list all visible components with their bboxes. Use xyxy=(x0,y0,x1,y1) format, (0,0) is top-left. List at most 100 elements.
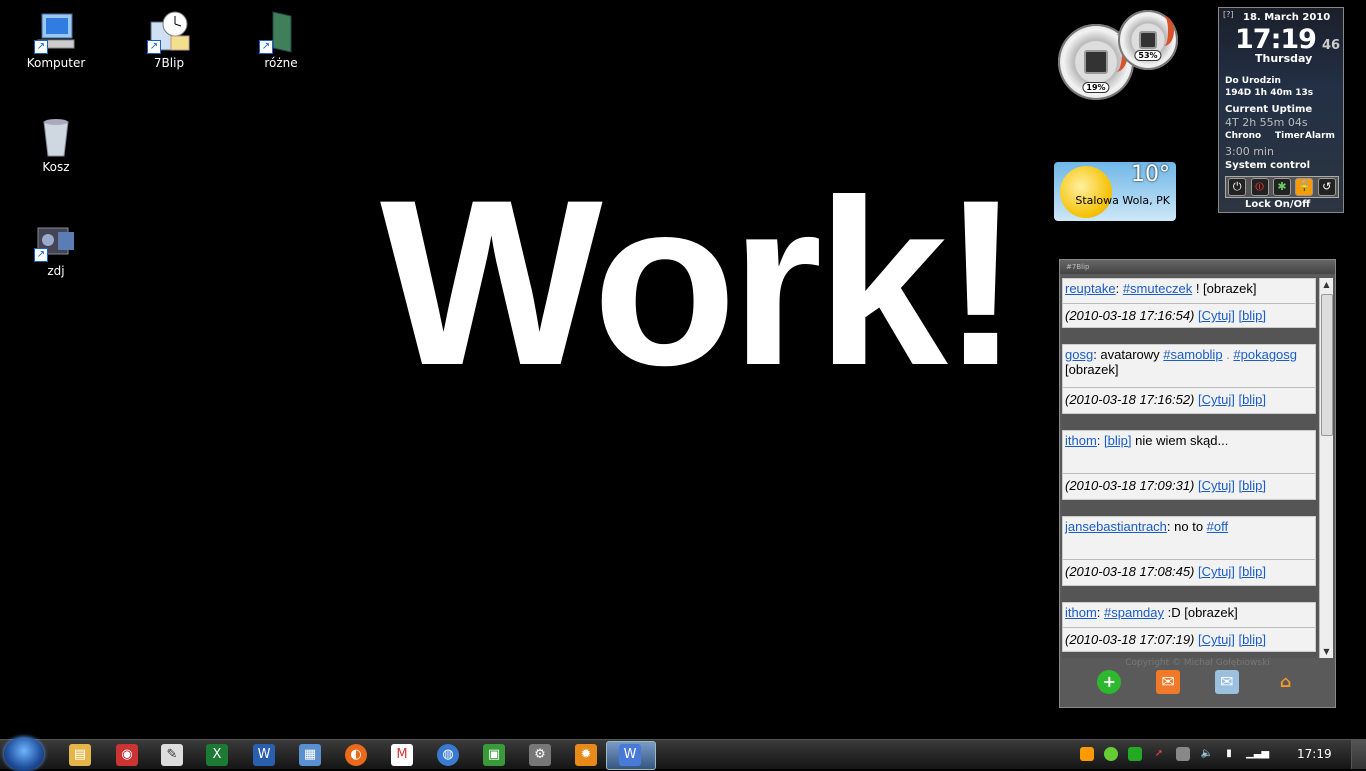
gauge-red-zone xyxy=(1154,16,1174,46)
post-tag-link[interactable]: [blip] xyxy=(1104,433,1131,448)
battery-icon[interactable]: ▮ xyxy=(1222,747,1236,761)
volume-icon[interactable]: 🔈 xyxy=(1200,747,1214,761)
sun-icon xyxy=(1060,166,1112,218)
scroll-up-icon[interactable]: ▲ xyxy=(1320,278,1333,291)
post-user-link[interactable]: ithom xyxy=(1065,605,1097,620)
blip-scrollbar[interactable]: ▲ ▼ xyxy=(1319,278,1333,658)
network-icon[interactable]: ▦ xyxy=(299,744,321,766)
signal-icon[interactable]: ▁▃▅ xyxy=(1246,747,1269,761)
list-item: ithom: #spamday :D [obrazek] (2010-03-18… xyxy=(1062,602,1316,652)
post-text: : avatarowy xyxy=(1093,347,1164,362)
restart-icon[interactable]: ⏼ xyxy=(1250,178,1269,196)
tray-app-icon[interactable] xyxy=(1080,747,1094,761)
clock-shortcut-icon: ↗ xyxy=(147,10,191,54)
clock-time: 17:19 xyxy=(1235,24,1317,55)
tab-timer[interactable]: Timer xyxy=(1275,131,1304,141)
post-separator: . xyxy=(1222,347,1234,362)
post-date: (2010-03-18 17:08:45) xyxy=(1065,564,1195,579)
recycle-bin-icon xyxy=(34,114,78,158)
post-tag-link[interactable]: #pokagosg xyxy=(1233,347,1297,362)
cite-link[interactable]: [Cytuj] xyxy=(1198,392,1235,407)
desktop-icon-label: zdj xyxy=(47,264,65,278)
list-item: gosg: avatarowy #samoblip . #pokagosg [o… xyxy=(1062,344,1316,414)
post-tag-link[interactable]: #samoblip xyxy=(1163,347,1222,362)
post-tag-link[interactable]: #smuteczek xyxy=(1123,281,1192,296)
cite-link[interactable]: [Cytuj] xyxy=(1198,564,1235,579)
lock-icon[interactable]: 🔒 xyxy=(1295,178,1314,196)
settings-icon[interactable]: ⚙ xyxy=(529,744,551,766)
taskbar-active-app[interactable]: W xyxy=(606,741,656,770)
taskbar-clock[interactable]: 17:19 xyxy=(1297,747,1332,761)
desktop-icon-label: 7Blip xyxy=(153,56,185,70)
wallpaper-work-text: Work! xyxy=(380,151,1020,415)
memory-gauge[interactable]: 53% xyxy=(1118,10,1178,70)
logoff-icon[interactable]: ↺ xyxy=(1317,178,1336,196)
excel-icon[interactable]: X xyxy=(206,744,228,766)
cpu-chip-icon xyxy=(1084,50,1108,74)
explorer-icon[interactable]: ▤ xyxy=(69,744,91,766)
gear-icon[interactable]: ✹ xyxy=(575,744,597,766)
message-icon[interactable]: ✉ xyxy=(1214,670,1239,694)
blip-link[interactable]: [blip] xyxy=(1238,632,1265,647)
globe-icon[interactable]: ◍ xyxy=(437,744,459,766)
desktop-icon-recycle-bin[interactable]: Kosz xyxy=(11,114,101,174)
post-user-link[interactable]: jansebastiantrach xyxy=(1065,519,1167,534)
cite-link[interactable]: [Cytuj] xyxy=(1198,308,1235,323)
post-tag-link[interactable]: #off xyxy=(1207,519,1228,534)
tab-chrono[interactable]: Chrono xyxy=(1225,131,1261,141)
list-item: reuptake: #smuteczek ! [obrazek] (2010-0… xyxy=(1062,278,1316,328)
desktop-icon-rozne[interactable]: ↗ różne xyxy=(236,10,326,70)
tray-cursor-icon[interactable]: ➚ xyxy=(1152,747,1166,761)
post-user-link[interactable]: gosg xyxy=(1065,347,1093,362)
desktop-icon-7blip[interactable]: ↗ 7Blip xyxy=(124,10,214,70)
tab-alarm[interactable]: Alarm xyxy=(1305,131,1335,141)
blip-post-list[interactable]: reuptake: #smuteczek ! [obrazek] (2010-0… xyxy=(1062,278,1318,658)
weather-location: Stalowa Wola, PK xyxy=(1075,194,1170,207)
taskbar: ▤ ◉ ✎ X W ▦ ◐ M ◍ ▣ ⚙ ✹ W ➚ 🔈 ▮ ▁▃▅ 17:1… xyxy=(0,737,1366,771)
post-text: ! [obrazek] xyxy=(1192,281,1257,296)
tray-sync-icon[interactable] xyxy=(1128,747,1142,761)
scroll-down-icon[interactable]: ▼ xyxy=(1320,645,1333,658)
start-button[interactable] xyxy=(4,737,44,771)
folder-shortcut-icon: ↗ xyxy=(259,10,303,54)
blip-link[interactable]: [blip] xyxy=(1238,564,1265,579)
scroll-thumb[interactable] xyxy=(1321,294,1333,436)
clock-gadget[interactable]: [?] 18. March 2010 17:19 46 Thursday Do … xyxy=(1218,7,1344,213)
blip-gadget: #7Blip reuptake: #smuteczek ! [obrazek] … xyxy=(1059,259,1336,708)
blip-link[interactable]: [blip] xyxy=(1238,478,1265,493)
inbox-icon[interactable]: ✉ xyxy=(1156,670,1181,694)
blip-toolbar: + ✉ ✉ ⌂ xyxy=(1060,670,1335,694)
lock-toggle[interactable]: Lock On/Off xyxy=(1245,199,1310,210)
countdown-value: 194D 1h 40m 13s xyxy=(1225,88,1314,98)
post-user-link[interactable]: ithom xyxy=(1065,433,1097,448)
power-icon[interactable]: ⏻ xyxy=(1228,178,1247,196)
cite-link[interactable]: [Cytuj] xyxy=(1198,632,1235,647)
tray-chat-icon[interactable] xyxy=(1104,747,1118,761)
tray-printer-icon[interactable] xyxy=(1176,747,1190,761)
blip-link[interactable]: [blip] xyxy=(1238,392,1265,407)
cite-link[interactable]: [Cytuj] xyxy=(1198,478,1235,493)
firefox-icon[interactable]: ◐ xyxy=(345,744,367,766)
weather-gadget[interactable]: 10° Stalowa Wola, PK xyxy=(1054,162,1176,221)
add-post-icon[interactable]: + xyxy=(1097,670,1122,694)
post-user-link[interactable]: reuptake xyxy=(1065,281,1116,296)
post-date: (2010-03-18 17:07:19) xyxy=(1065,632,1195,647)
paint-icon[interactable]: ◉ xyxy=(116,744,138,766)
post-tag-link[interactable]: #spamday xyxy=(1104,605,1164,620)
system-control-label: System control xyxy=(1225,160,1311,171)
desktop-icon-zdj[interactable]: ↗ zdj xyxy=(11,218,101,278)
gmail-icon[interactable]: M xyxy=(391,744,413,766)
show-desktop-button[interactable] xyxy=(1351,740,1366,769)
spreadsheet-icon[interactable]: ▣ xyxy=(483,744,505,766)
word-icon[interactable]: W xyxy=(253,744,275,766)
notepad-icon[interactable]: ✎ xyxy=(161,744,183,766)
blip-link[interactable]: [blip] xyxy=(1238,308,1265,323)
sleep-icon[interactable]: ✱ xyxy=(1272,178,1291,196)
uptime-label: Current Uptime xyxy=(1225,104,1313,115)
computer-icon: ↗ xyxy=(34,10,78,54)
desktop-icon-computer[interactable]: ↗ Komputer xyxy=(11,10,101,70)
home-icon[interactable]: ⌂ xyxy=(1274,670,1298,694)
help-button[interactable]: [?] xyxy=(1223,10,1234,19)
list-item: ithom: [blip] nie wiem skąd... (2010-03-… xyxy=(1062,430,1316,500)
blip-header: #7Blip xyxy=(1060,260,1335,274)
